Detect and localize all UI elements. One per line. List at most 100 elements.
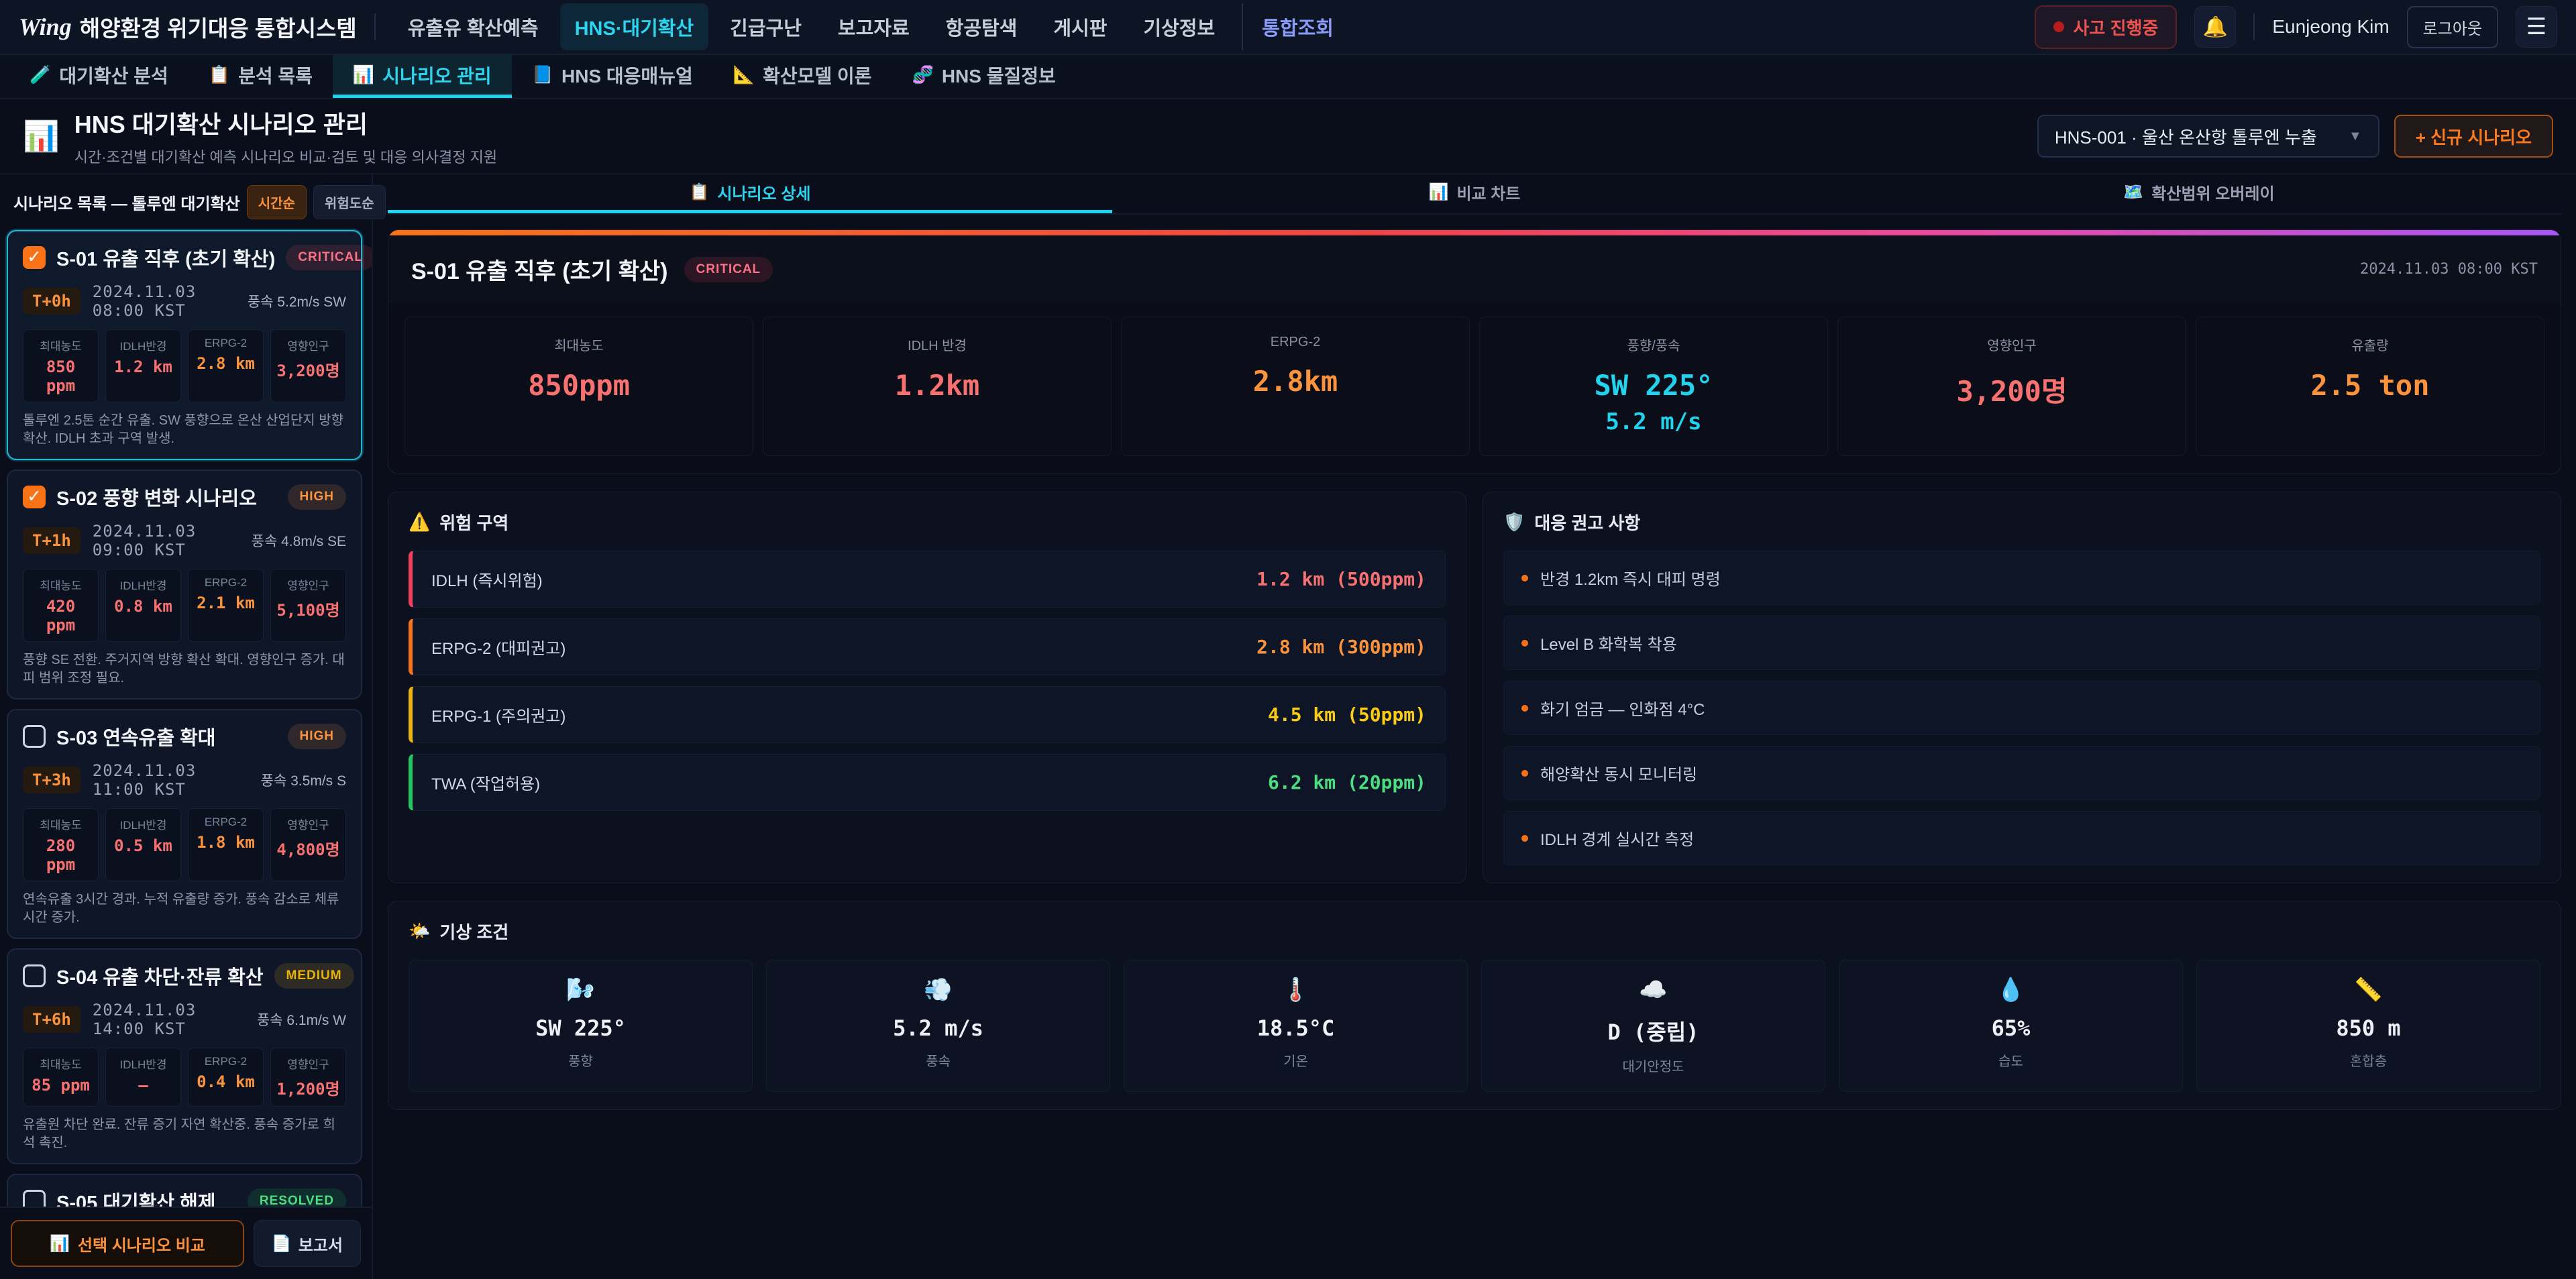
scenario-stat: 최대농도 850 ppm: [23, 329, 99, 402]
scenario-stat: IDLH반경 0.5 km: [105, 808, 181, 881]
stat-value: 85 ppm: [28, 1076, 94, 1095]
recommendation-row: Level B 화학복 착용: [1503, 616, 2540, 670]
nav-item[interactable]: 보고자료: [823, 3, 924, 50]
stat-value: 2.1 km: [193, 594, 259, 612]
scenario-card[interactable]: S-02 풍향 변화 시나리오 HIGH T+1h 2024.11.03 09:…: [7, 469, 362, 700]
scenario-stats: 최대농도 420 ppm IDLH반경 0.8 km ERPG-2 2.1 km…: [23, 569, 346, 642]
menu-button[interactable]: ☰: [2516, 6, 2557, 48]
stat-value: 1.8 km: [193, 833, 259, 852]
stat-label: 영향인구: [275, 576, 341, 593]
scenario-stat: ERPG-2 0.4 km: [188, 1048, 264, 1107]
risk-zone-label: ERPG-2 (대피권고): [431, 635, 566, 659]
weather-card-icon: 🌬️: [416, 977, 745, 1003]
scenario-stat: ERPG-2 2.1 km: [188, 569, 264, 642]
notification-bell-button[interactable]: 🔔: [2194, 6, 2236, 48]
scenario-checkbox[interactable]: [23, 964, 46, 987]
module-tab[interactable]: 📋 분석 목록: [189, 55, 333, 98]
stat-label: IDLH반경: [110, 576, 176, 593]
stat-value: 2.8 km: [193, 354, 259, 373]
compare-scenarios-button[interactable]: 📊 선택 시나리오 비교: [11, 1220, 244, 1267]
module-tab-label: 대기확산 분석: [59, 62, 168, 89]
module-tab[interactable]: 📊 시나리오 관리: [333, 55, 512, 98]
page-icon: 📊: [23, 119, 60, 154]
scenario-card[interactable]: S-04 유출 차단·잔류 확산 MEDIUM T+6h 2024.11.03 …: [7, 948, 362, 1164]
sort-button[interactable]: 시간순: [247, 185, 307, 219]
detail-tab[interactable]: 🗺️ 확산범위 오버레이: [1837, 174, 2561, 213]
nav-item[interactable]: 게시판: [1038, 3, 1122, 50]
weather-card: 🌬️ SW 225° 풍향: [409, 960, 753, 1092]
weather-card-icon: 💧: [1846, 977, 2176, 1003]
weather-card-label: 기온: [1131, 1050, 1460, 1070]
scenario-checkbox[interactable]: [23, 1190, 46, 1207]
detail-stats: 최대농도 850ppm IDLH 반경 1.2km ERPG-2 2.8km 풍…: [388, 303, 2561, 474]
nav-item[interactable]: 통합조회: [1242, 3, 1348, 50]
module-tab[interactable]: 📐 확산모델 이론: [713, 55, 892, 98]
main-panel: 📋 시나리오 상세 📊 비교 차트 🗺️ 확산범위 오버레이 S-01 유출 직…: [373, 174, 2576, 1279]
weather-card-icon: ☁️: [1489, 977, 1818, 1003]
stat-label: 최대농도: [28, 337, 94, 353]
risk-zone-row: TWA (작업허용) 6.2 km (20ppm): [409, 754, 1446, 811]
scenario-checkbox[interactable]: [23, 246, 46, 269]
recommendation-list: 반경 1.2km 즉시 대피 명령 Level B 화학복 착용 화기 엄금 —…: [1503, 551, 2540, 865]
scenario-checkbox[interactable]: [23, 486, 46, 508]
time-offset-chip: T+3h: [23, 767, 80, 793]
nav-item[interactable]: HNS·대기확산: [560, 3, 709, 50]
detail-stat-value: 2.5 ton: [2203, 369, 2537, 402]
module-tab-label: HNS 물질정보: [942, 62, 1056, 89]
scenario-stats: 최대농도 280 ppm IDLH반경 0.5 km ERPG-2 1.8 km…: [23, 808, 346, 881]
chart-icon: 📊: [50, 1234, 70, 1254]
stat-value: 4,800명: [275, 836, 341, 860]
scenario-title: S-01 유출 직후 (초기 확산): [56, 243, 275, 272]
module-tab[interactable]: 📘 HNS 대응매뉴얼: [512, 55, 713, 98]
risk-zone-value: 1.2 km (500ppm): [1256, 568, 1426, 590]
module-tabs: 🧪 대기확산 분석 📋 분석 목록 📊 시나리오 관리 📘 HNS 대응매뉴얼 …: [0, 55, 2576, 99]
scenario-card[interactable]: S-03 연속유출 확대 HIGH T+3h 2024.11.03 11:00 …: [7, 709, 362, 939]
recommendation-row: 반경 1.2km 즉시 대피 명령: [1503, 551, 2540, 605]
nav-item[interactable]: 긴급구난: [715, 3, 816, 50]
scenario-stat: 최대농도 85 ppm: [23, 1048, 99, 1107]
scenario-title: S-03 연속유출 확대: [56, 722, 277, 750]
nav-item[interactable]: 기상정보: [1128, 3, 1230, 50]
detail-tab-label: 확산범위 오버레이: [2151, 180, 2274, 204]
new-scenario-button[interactable]: + 신규 시나리오: [2394, 115, 2553, 158]
recommendations-title: 대응 권고 사항: [1534, 510, 1640, 535]
module-tab-label: 확산모델 이론: [763, 62, 871, 89]
weather-card-label: 풍향: [416, 1050, 745, 1070]
divider: [374, 13, 376, 40]
incident-status-badge: 사고 진행중: [2035, 5, 2178, 49]
scenario-stat: 최대농도 280 ppm: [23, 808, 99, 881]
scenario-card[interactable]: S-01 유출 직후 (초기 확산) CRITICAL T+0h 2024.11…: [7, 230, 362, 460]
module-tab-label: 분석 목록: [238, 62, 313, 89]
detail-stat-label: ERPG-2: [1128, 335, 1462, 350]
stat-label: IDLH반경: [110, 1055, 176, 1072]
scenario-title: S-04 유출 차단·잔류 확산: [56, 962, 264, 990]
detail-tab[interactable]: 📋 시나리오 상세: [388, 174, 1112, 213]
stat-value: 5,100명: [275, 597, 341, 620]
stat-label: 영향인구: [275, 816, 341, 832]
incident-select[interactable]: HNS-001 · 울산 온산항 톨루엔 누출 ▼: [2037, 115, 2379, 158]
scenario-checkbox[interactable]: [23, 725, 46, 748]
page-title: HNS 대기확산 시나리오 관리: [74, 105, 497, 140]
severity-gradient-bar: [388, 230, 2561, 235]
stat-value: 850 ppm: [28, 357, 94, 395]
detail-title: S-01 유출 직후 (초기 확산): [411, 253, 668, 286]
nav-item[interactable]: 항공탐색: [931, 3, 1032, 50]
detail-tab[interactable]: 📊 비교 차트: [1112, 174, 1837, 213]
nav-item[interactable]: 유출유 확산예측: [393, 3, 553, 50]
recommendation-text: IDLH 경계 실시간 측정: [1540, 826, 1694, 850]
logout-button[interactable]: 로그아웃: [2407, 6, 2498, 48]
module-tab-icon: 🧬: [912, 64, 933, 85]
app-logo: Wing 해양환경 위기대응 통합시스템: [19, 11, 357, 43]
stat-label: ERPG-2: [193, 816, 259, 829]
risk-zones-panel: ⚠️ 위험 구역 IDLH (즉시위험) 1.2 km (500ppm) ERP…: [388, 492, 1466, 883]
logo-mark: Wing: [19, 13, 72, 41]
recommendation-row: IDLH 경계 실시간 측정: [1503, 811, 2540, 865]
scenario-card[interactable]: S-05 대기확산 해제 RESOLVED T+12h 2024.11.03 2…: [7, 1174, 362, 1207]
document-icon: 📄: [272, 1234, 292, 1254]
module-tab[interactable]: 🧬 HNS 물질정보: [892, 55, 1075, 98]
weather-card: 💧 65% 습도: [1839, 960, 2183, 1092]
weather-icon: 🌤️: [409, 921, 430, 942]
module-tab[interactable]: 🧪 대기확산 분석: [9, 55, 189, 98]
page-subtitle: 시간·조건별 대기확산 예측 시나리오 비교·검토 및 대응 의사결정 지원: [74, 146, 497, 167]
report-button[interactable]: 📄 보고서: [254, 1220, 361, 1267]
